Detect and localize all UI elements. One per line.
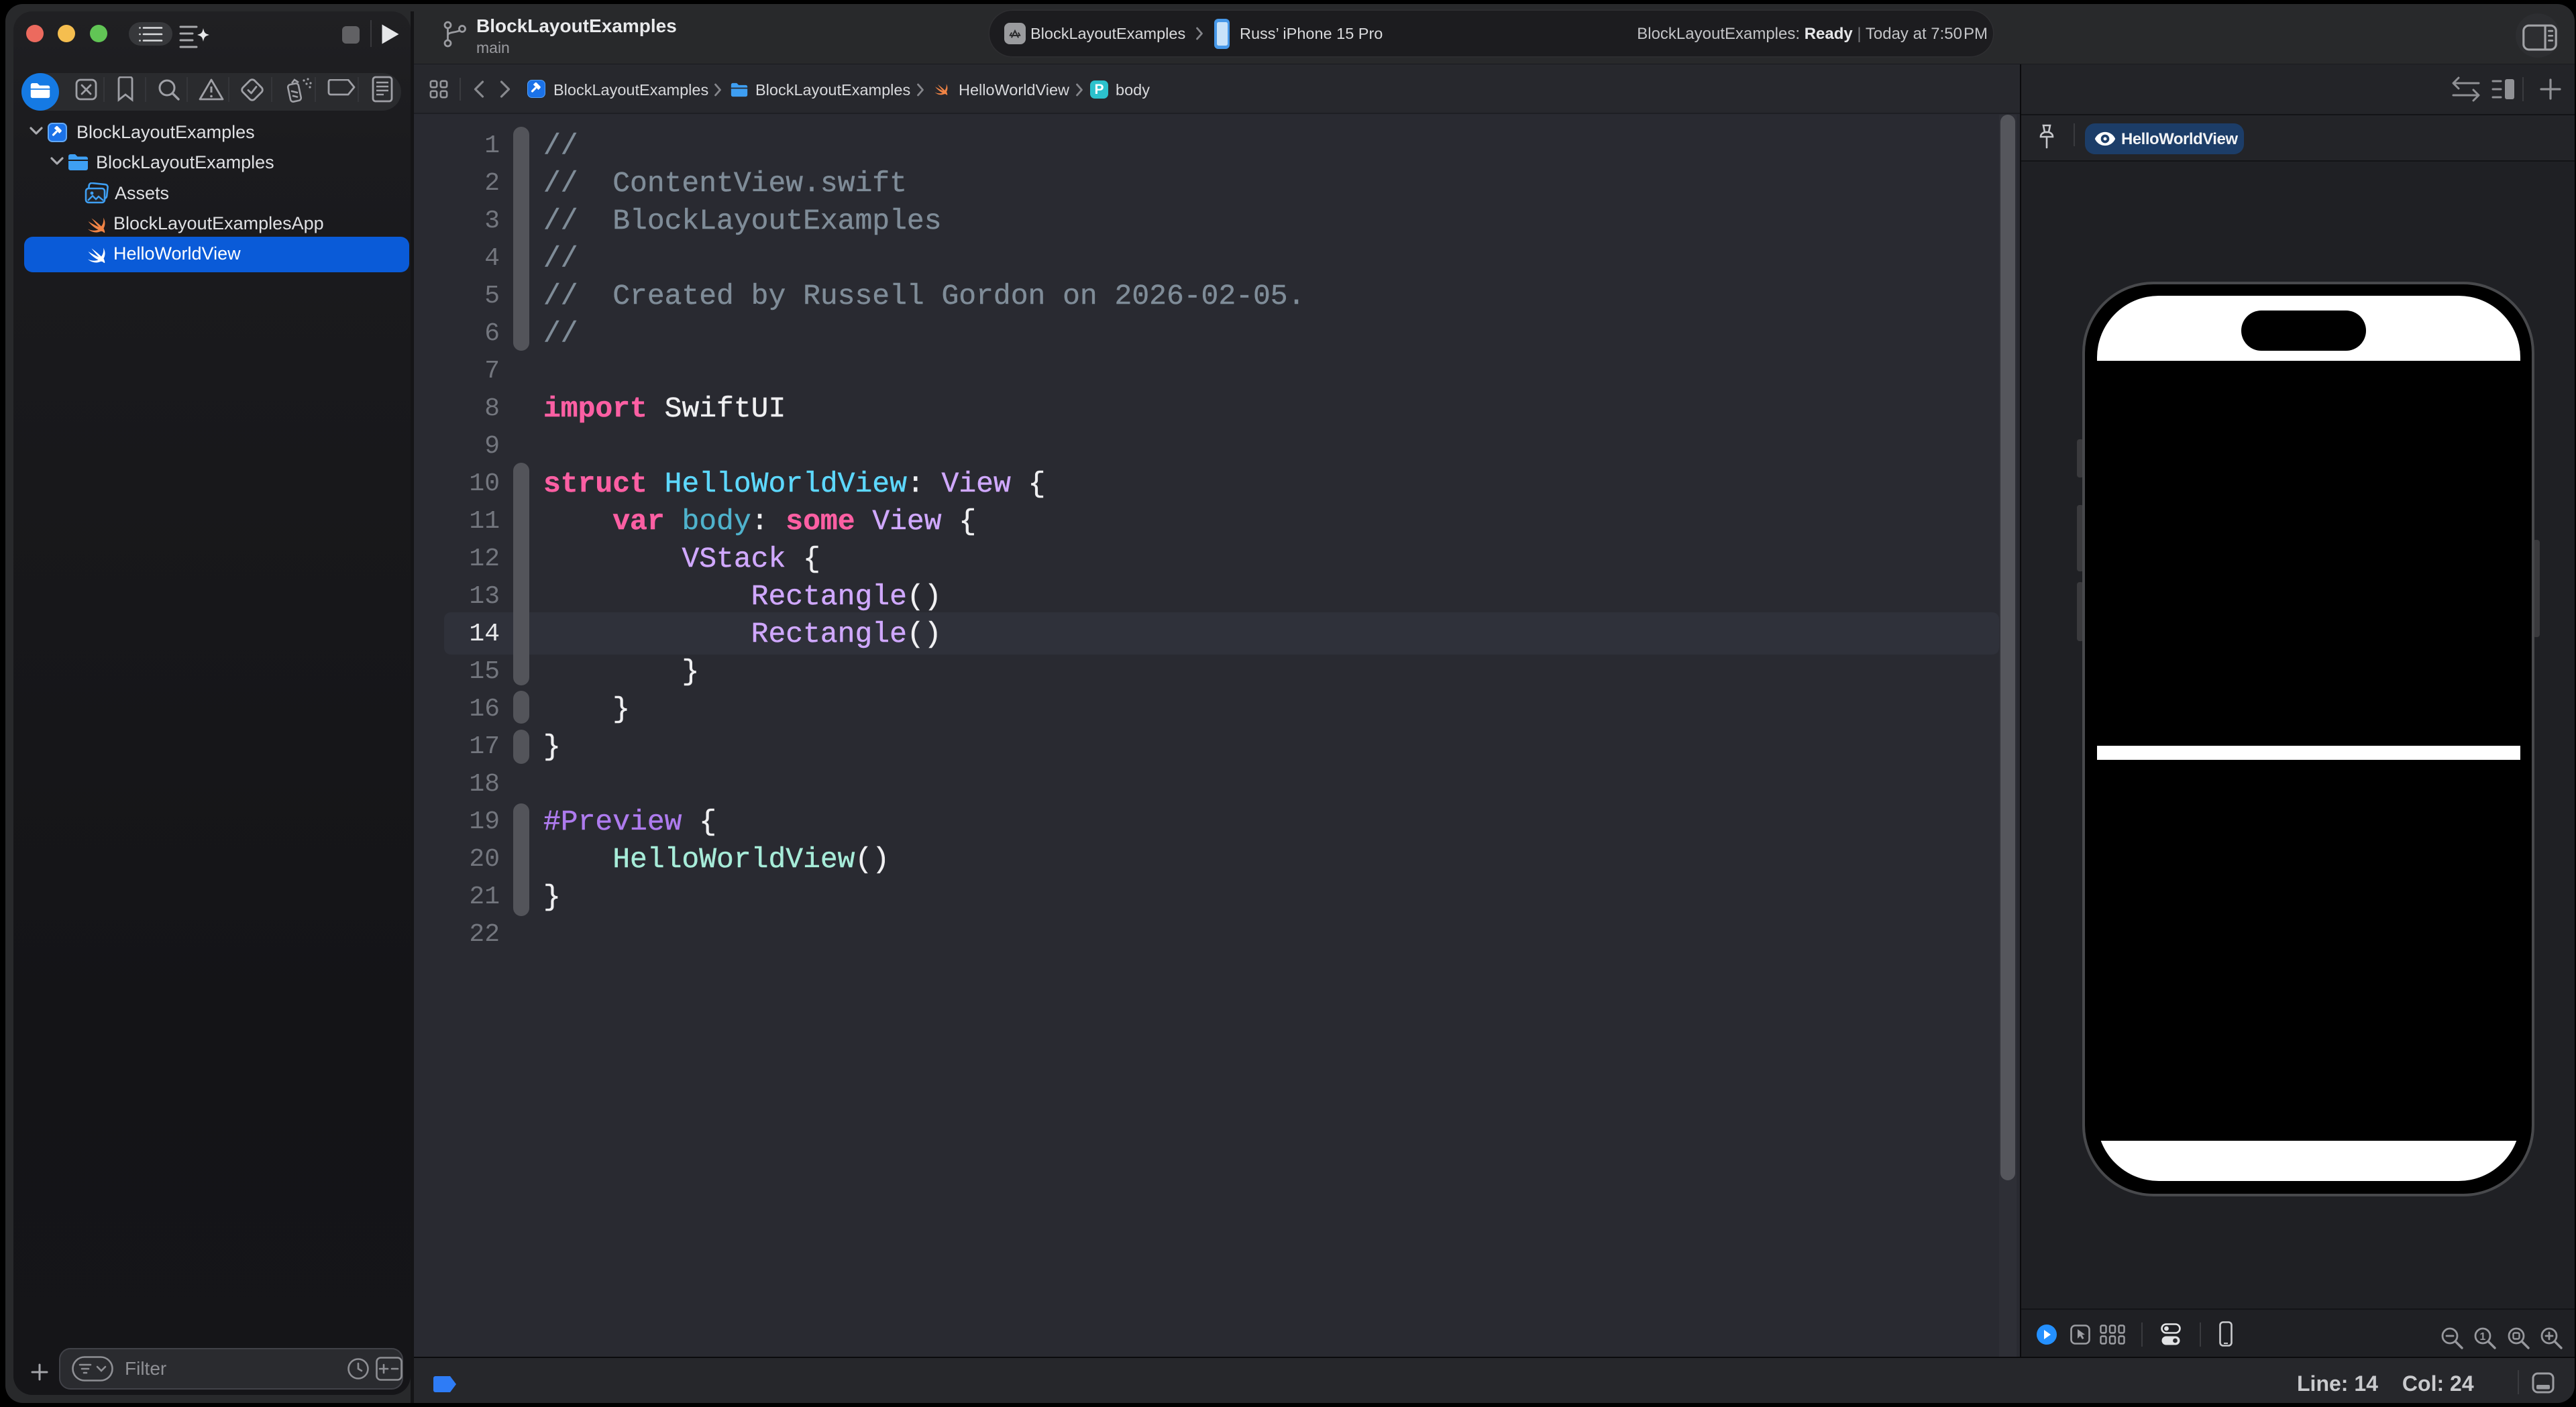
svg-text:1: 1 [2480,1331,2486,1343]
